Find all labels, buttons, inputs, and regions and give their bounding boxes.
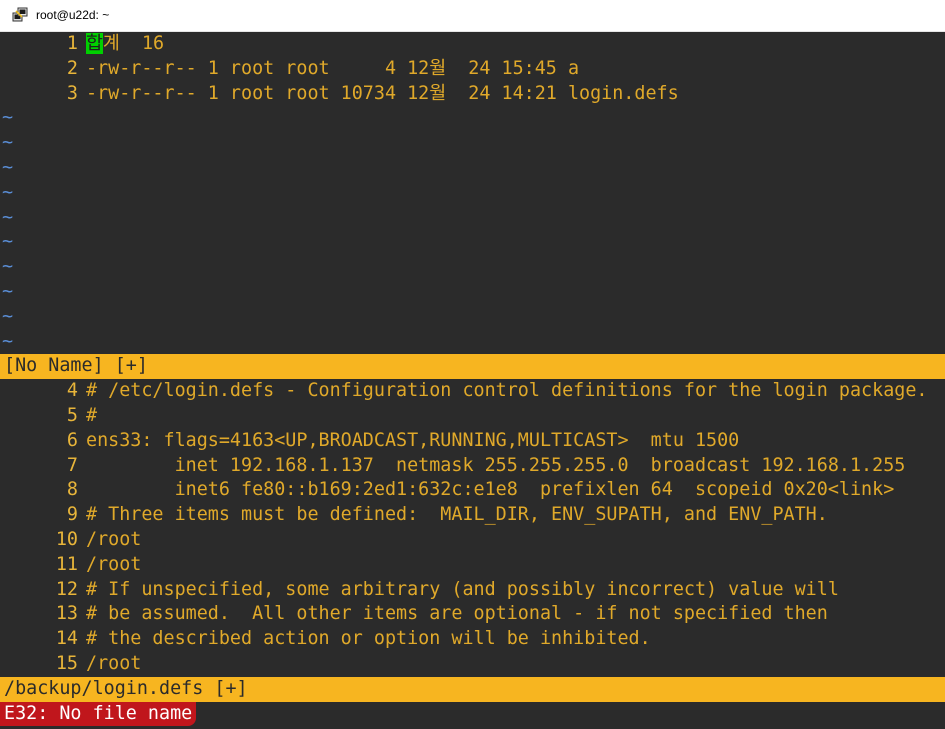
line-text: inet 192.168.1.137 netmask 255.255.255.0… (86, 454, 906, 476)
editor-line[interactable]: 11/root (0, 553, 945, 578)
line-text: 계 16 (102, 33, 165, 54)
editor-line[interactable]: 3 -rw-r--r-- 1 root root 10734 12월 24 14:… (0, 82, 945, 107)
line-text: # (86, 405, 98, 426)
terminal-window: root@u22d: ~ 1 합계 16 2 -rw-r--r-- 1 root ro… (0, 0, 945, 729)
empty-line-marker: ~ (2, 132, 14, 154)
line-text: -rw-r--r-- 1 root root 4 12월 24 15:45 a (86, 57, 580, 79)
error-message: E32: No file name (0, 701, 197, 727)
line-number: 5 (66, 405, 78, 426)
line-number: 9 (66, 504, 78, 526)
line-text: # Three items must be defined: MAIL_DIR,… (86, 504, 828, 526)
editor-line[interactable]: 15/root (0, 652, 945, 677)
empty-line: ~ (0, 106, 945, 131)
empty-line-marker: ~ (2, 157, 14, 178)
line-text: # /etc/login.defs - Configuration contro… (86, 380, 928, 402)
line-text: inet6 fe80::b169:2ed1:632c:e1e8 prefixle… (86, 479, 895, 501)
title-bar[interactable]: root@u22d: ~ (0, 0, 945, 32)
status-bar-top: [No Name] [+] (0, 354, 945, 380)
window-title: root@u22d: ~ (36, 8, 110, 22)
line-number: 6 (66, 429, 78, 451)
line-text: ens33: flags=4163<UP,BROADCAST,RUNNING,M… (86, 429, 740, 451)
empty-line: ~ (0, 255, 945, 280)
editor-line[interactable]: 7 inet 192.168.1.137 netmask 255.255.255… (0, 454, 945, 479)
line-number: 12 (55, 578, 78, 600)
status-bar-bottom: /backup/login.defs [+] (0, 676, 945, 702)
line-text: # the described action or option will be… (86, 628, 651, 650)
putty-icon (12, 7, 28, 22)
line-text: -rw-r--r-- 1 root root 10734 12월 24 14:2… (86, 82, 679, 104)
line-number: 15 (55, 653, 78, 674)
empty-line-marker: ~ (2, 305, 14, 327)
line-text: /root (86, 529, 142, 550)
editor-line[interactable]: 2 -rw-r--r-- 1 root root 4 12월 24 15:45 a (0, 57, 945, 82)
empty-line: ~ (0, 131, 945, 156)
empty-line: ~ (0, 330, 945, 355)
empty-line: ~ (0, 280, 945, 305)
line-number: 14 (55, 628, 78, 650)
editor-line[interactable]: 10/root (0, 528, 945, 553)
empty-line-marker: ~ (2, 107, 14, 129)
line-number: 11 (55, 553, 78, 575)
line-text: # If unspecified, some arbitrary (and po… (86, 578, 839, 600)
empty-line: ~ (0, 305, 945, 330)
empty-line-marker: ~ (2, 256, 14, 278)
line-number: 1 (66, 33, 78, 54)
empty-line-marker: ~ (2, 330, 14, 352)
empty-line: ~ (0, 230, 945, 255)
line-text: /root (86, 653, 142, 674)
empty-line-marker: ~ (2, 231, 14, 253)
empty-line: ~ (0, 206, 945, 231)
line-number: 2 (66, 57, 78, 79)
editor-line[interactable]: 12 # If unspecified, some arbitrary (and … (0, 578, 945, 603)
editor-line[interactable]: 6 ens33: flags=4163<UP,BROADCAST,RUNNING,… (0, 429, 945, 454)
editor-line[interactable]: 14 # the described action or option will … (0, 627, 945, 652)
editor-line[interactable]: 1 합계 16 (0, 32, 945, 57)
line-number: 13 (55, 603, 78, 625)
editor-line[interactable]: 13 # be assumed. All other items are opti… (0, 602, 945, 627)
line-text: /root (86, 553, 142, 575)
editor-line[interactable]: 4 # /etc/login.defs - Configuration contr… (0, 379, 945, 404)
line-number: 3 (66, 82, 78, 104)
command-line[interactable]: E32: No file name (0, 701, 945, 727)
text-cursor: 합 (86, 33, 103, 54)
vim-editor[interactable]: 1 합계 16 2 -rw-r--r-- 1 root root 4 12월 24 1… (0, 32, 945, 729)
empty-line: ~ (0, 156, 945, 181)
empty-line-marker: ~ (2, 206, 14, 228)
line-number: 8 (66, 479, 78, 501)
line-number: 7 (66, 454, 78, 476)
line-text: # be assumed. All other items are option… (86, 603, 828, 625)
empty-line-marker: ~ (2, 281, 14, 302)
empty-line-marker: ~ (2, 181, 14, 203)
editor-line[interactable]: 9 # Three items must be defined: MAIL_DIR… (0, 503, 945, 528)
empty-line: ~ (0, 181, 945, 206)
line-number: 10 (55, 529, 78, 550)
editor-line[interactable]: 8 inet6 fe80::b169:2ed1:632c:e1e8 prefix… (0, 478, 945, 503)
line-number: 4 (66, 380, 78, 402)
editor-line[interactable]: 5 # (0, 404, 945, 429)
